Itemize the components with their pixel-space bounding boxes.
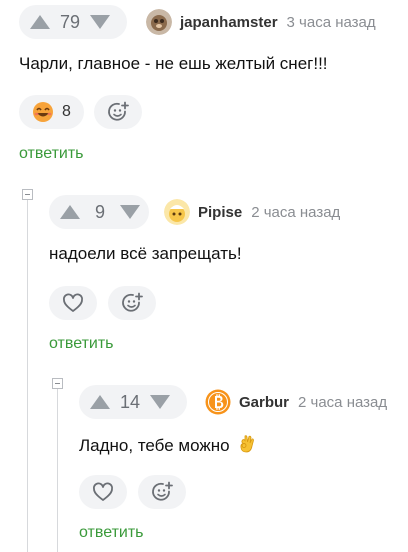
- comment-score: 14: [119, 391, 141, 412]
- username[interactable]: Pipise: [198, 204, 242, 221]
- comment-time[interactable]: 2 часа назад: [298, 394, 387, 411]
- triangle-up-icon: [30, 15, 50, 29]
- minus-icon: [55, 383, 60, 384]
- triangle-up-icon: [90, 395, 110, 409]
- triangle-down-icon: [150, 395, 170, 409]
- triangle-up-icon: [60, 205, 80, 219]
- vote-widget: 9: [49, 195, 149, 229]
- add-reaction-button[interactable]: [138, 475, 186, 509]
- downvote-button[interactable]: [147, 385, 173, 419]
- like-button[interactable]: [79, 475, 127, 509]
- like-button[interactable]: [49, 286, 97, 320]
- downvote-button[interactable]: [117, 195, 143, 229]
- upvote-button[interactable]: [57, 195, 83, 229]
- vote-widget: 14: [79, 385, 187, 419]
- reply-link[interactable]: ответить: [19, 145, 84, 163]
- comment-author: Pipise 2 часа назад: [164, 195, 340, 229]
- ok-hand-emoji: [240, 435, 255, 453]
- smiling-face-emoji: [33, 102, 54, 122]
- avatar[interactable]: [164, 199, 190, 225]
- collapse-thread-button[interactable]: [22, 189, 33, 200]
- add-reaction-button[interactable]: [108, 286, 156, 320]
- add-emoji-icon: [108, 101, 129, 121]
- triangle-down-icon: [90, 15, 110, 29]
- reaction-button[interactable]: 8: [19, 95, 84, 129]
- avatar[interactable]: [146, 9, 172, 35]
- comment-text: Чарли, главное - не ешь желтый снег!!!: [19, 54, 328, 73]
- heart-icon: [63, 293, 83, 312]
- username[interactable]: japanhamster: [180, 14, 278, 31]
- comment-text: Ладно, тебе можно: [79, 434, 256, 456]
- thread-line-2: [57, 385, 58, 552]
- minus-icon: [25, 194, 30, 195]
- comment-text-content: Ладно, тебе можно: [79, 436, 230, 455]
- upvote-button[interactable]: [27, 5, 53, 39]
- comment-time[interactable]: 3 часа назад: [287, 14, 376, 31]
- downvote-button[interactable]: [87, 5, 113, 39]
- comment-score: 79: [59, 11, 81, 32]
- reply-link[interactable]: ответить: [79, 524, 144, 542]
- comment-text: надоели всё запрещать!: [49, 244, 242, 263]
- reaction-count: 8: [62, 103, 71, 120]
- add-emoji-icon: [152, 481, 173, 501]
- comment-author: japanhamster 3 часа назад: [146, 5, 376, 39]
- thread-line-1: [27, 196, 28, 552]
- heart-icon: [93, 482, 113, 501]
- reply-link[interactable]: ответить: [49, 335, 114, 353]
- comment-author: Garbur 2 часа назад: [205, 385, 387, 419]
- comment-score: 9: [94, 201, 105, 222]
- bitcoin-icon: [205, 389, 231, 415]
- comment-time[interactable]: 2 часа назад: [251, 204, 340, 221]
- add-reaction-button[interactable]: [94, 95, 142, 129]
- upvote-button[interactable]: [87, 385, 113, 419]
- vote-widget: 79: [19, 5, 127, 39]
- username[interactable]: Garbur: [239, 394, 289, 411]
- triangle-down-icon: [120, 205, 140, 219]
- collapse-thread-button[interactable]: [52, 378, 63, 389]
- avatar[interactable]: [205, 389, 231, 415]
- add-emoji-icon: [122, 292, 143, 312]
